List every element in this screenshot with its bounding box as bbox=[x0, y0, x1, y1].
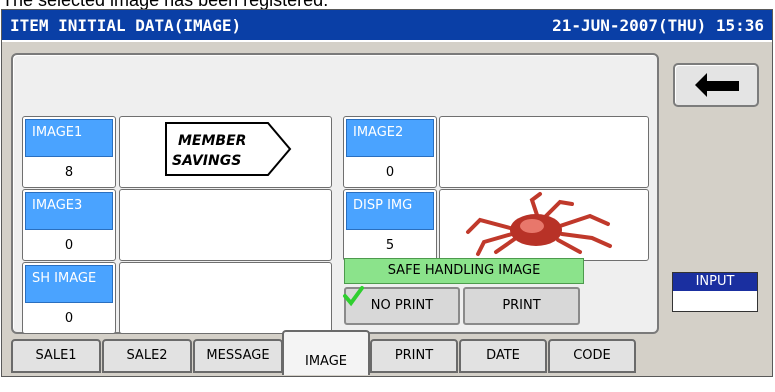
tab-code[interactable]: CODE bbox=[548, 339, 636, 373]
tab-print[interactable]: PRINT bbox=[370, 339, 458, 373]
disp-img-value: 5 bbox=[385, 238, 395, 253]
image2-preview bbox=[439, 116, 649, 188]
tab-message[interactable]: MESSAGE bbox=[193, 339, 283, 373]
image3-value: 0 bbox=[64, 238, 74, 253]
input-indicator: INPUT bbox=[672, 272, 758, 312]
tab-sale1[interactable]: SALE1 bbox=[11, 339, 101, 373]
tab-print-label: PRINT bbox=[394, 348, 434, 363]
sh-image-field[interactable]: SH IMAGE 0 bbox=[22, 262, 116, 334]
tab-code-label: CODE bbox=[573, 348, 611, 363]
title-bar: ITEM INITIAL DATA(IMAGE) 21-JUN-2007(THU… bbox=[2, 10, 772, 42]
sh-image-value: 0 bbox=[64, 311, 74, 326]
tab-sale2-label: SALE2 bbox=[126, 348, 168, 363]
checkmark-icon bbox=[343, 286, 364, 307]
back-button[interactable] bbox=[673, 63, 759, 107]
back-arrow-icon bbox=[695, 73, 739, 97]
print-label: PRINT bbox=[502, 298, 541, 313]
disp-img-field[interactable]: DISP IMG 5 bbox=[343, 189, 437, 261]
sh-image-label: SH IMAGE bbox=[25, 265, 113, 303]
member-savings-image: MEMBER SAVINGS bbox=[165, 122, 292, 176]
tab-image[interactable]: IMAGE bbox=[282, 330, 370, 375]
tab-date[interactable]: DATE bbox=[459, 339, 547, 373]
tab-date-label: DATE bbox=[486, 348, 520, 363]
no-print-label: NO PRINT bbox=[370, 298, 434, 313]
image3-label: IMAGE3 bbox=[25, 192, 113, 230]
tab-sale2[interactable]: SALE2 bbox=[102, 339, 192, 373]
image1-field[interactable]: IMAGE1 8 bbox=[22, 116, 116, 188]
disp-img-label: DISP IMG bbox=[346, 192, 434, 230]
disp-img-preview bbox=[439, 189, 649, 261]
tab-image-label: IMAGE bbox=[304, 354, 347, 369]
image1-value: 8 bbox=[64, 165, 74, 180]
input-label: INPUT bbox=[673, 273, 757, 291]
datetime-display: 21-JUN-2007(THU) 15:36 bbox=[552, 16, 764, 35]
image2-value: 0 bbox=[385, 165, 395, 180]
image3-preview bbox=[119, 189, 332, 261]
tab-message-label: MESSAGE bbox=[206, 348, 270, 363]
image1-label: IMAGE1 bbox=[25, 119, 113, 157]
tab-sale1-label: SALE1 bbox=[35, 348, 77, 363]
safe-handling-label: SAFE HANDLING IMAGE bbox=[344, 258, 584, 284]
image1-preview: MEMBER SAVINGS bbox=[119, 116, 332, 188]
page-title: ITEM INITIAL DATA(IMAGE) bbox=[10, 16, 242, 35]
device-screen: ITEM INITIAL DATA(IMAGE) 21-JUN-2007(THU… bbox=[1, 9, 773, 377]
input-value bbox=[673, 291, 757, 311]
print-button[interactable]: PRINT bbox=[463, 287, 580, 325]
image2-field[interactable]: IMAGE2 0 bbox=[343, 116, 437, 188]
crab-image bbox=[466, 192, 612, 256]
no-print-button[interactable]: NO PRINT bbox=[343, 286, 460, 325]
sh-image-preview bbox=[119, 262, 332, 334]
image2-label: IMAGE2 bbox=[346, 119, 434, 157]
status-caption: The selected image has been registered. bbox=[2, 0, 773, 9]
member-savings-line1: MEMBER bbox=[178, 133, 246, 149]
member-savings-line2: SAVINGS bbox=[172, 153, 241, 169]
image3-field[interactable]: IMAGE3 0 bbox=[22, 189, 116, 261]
